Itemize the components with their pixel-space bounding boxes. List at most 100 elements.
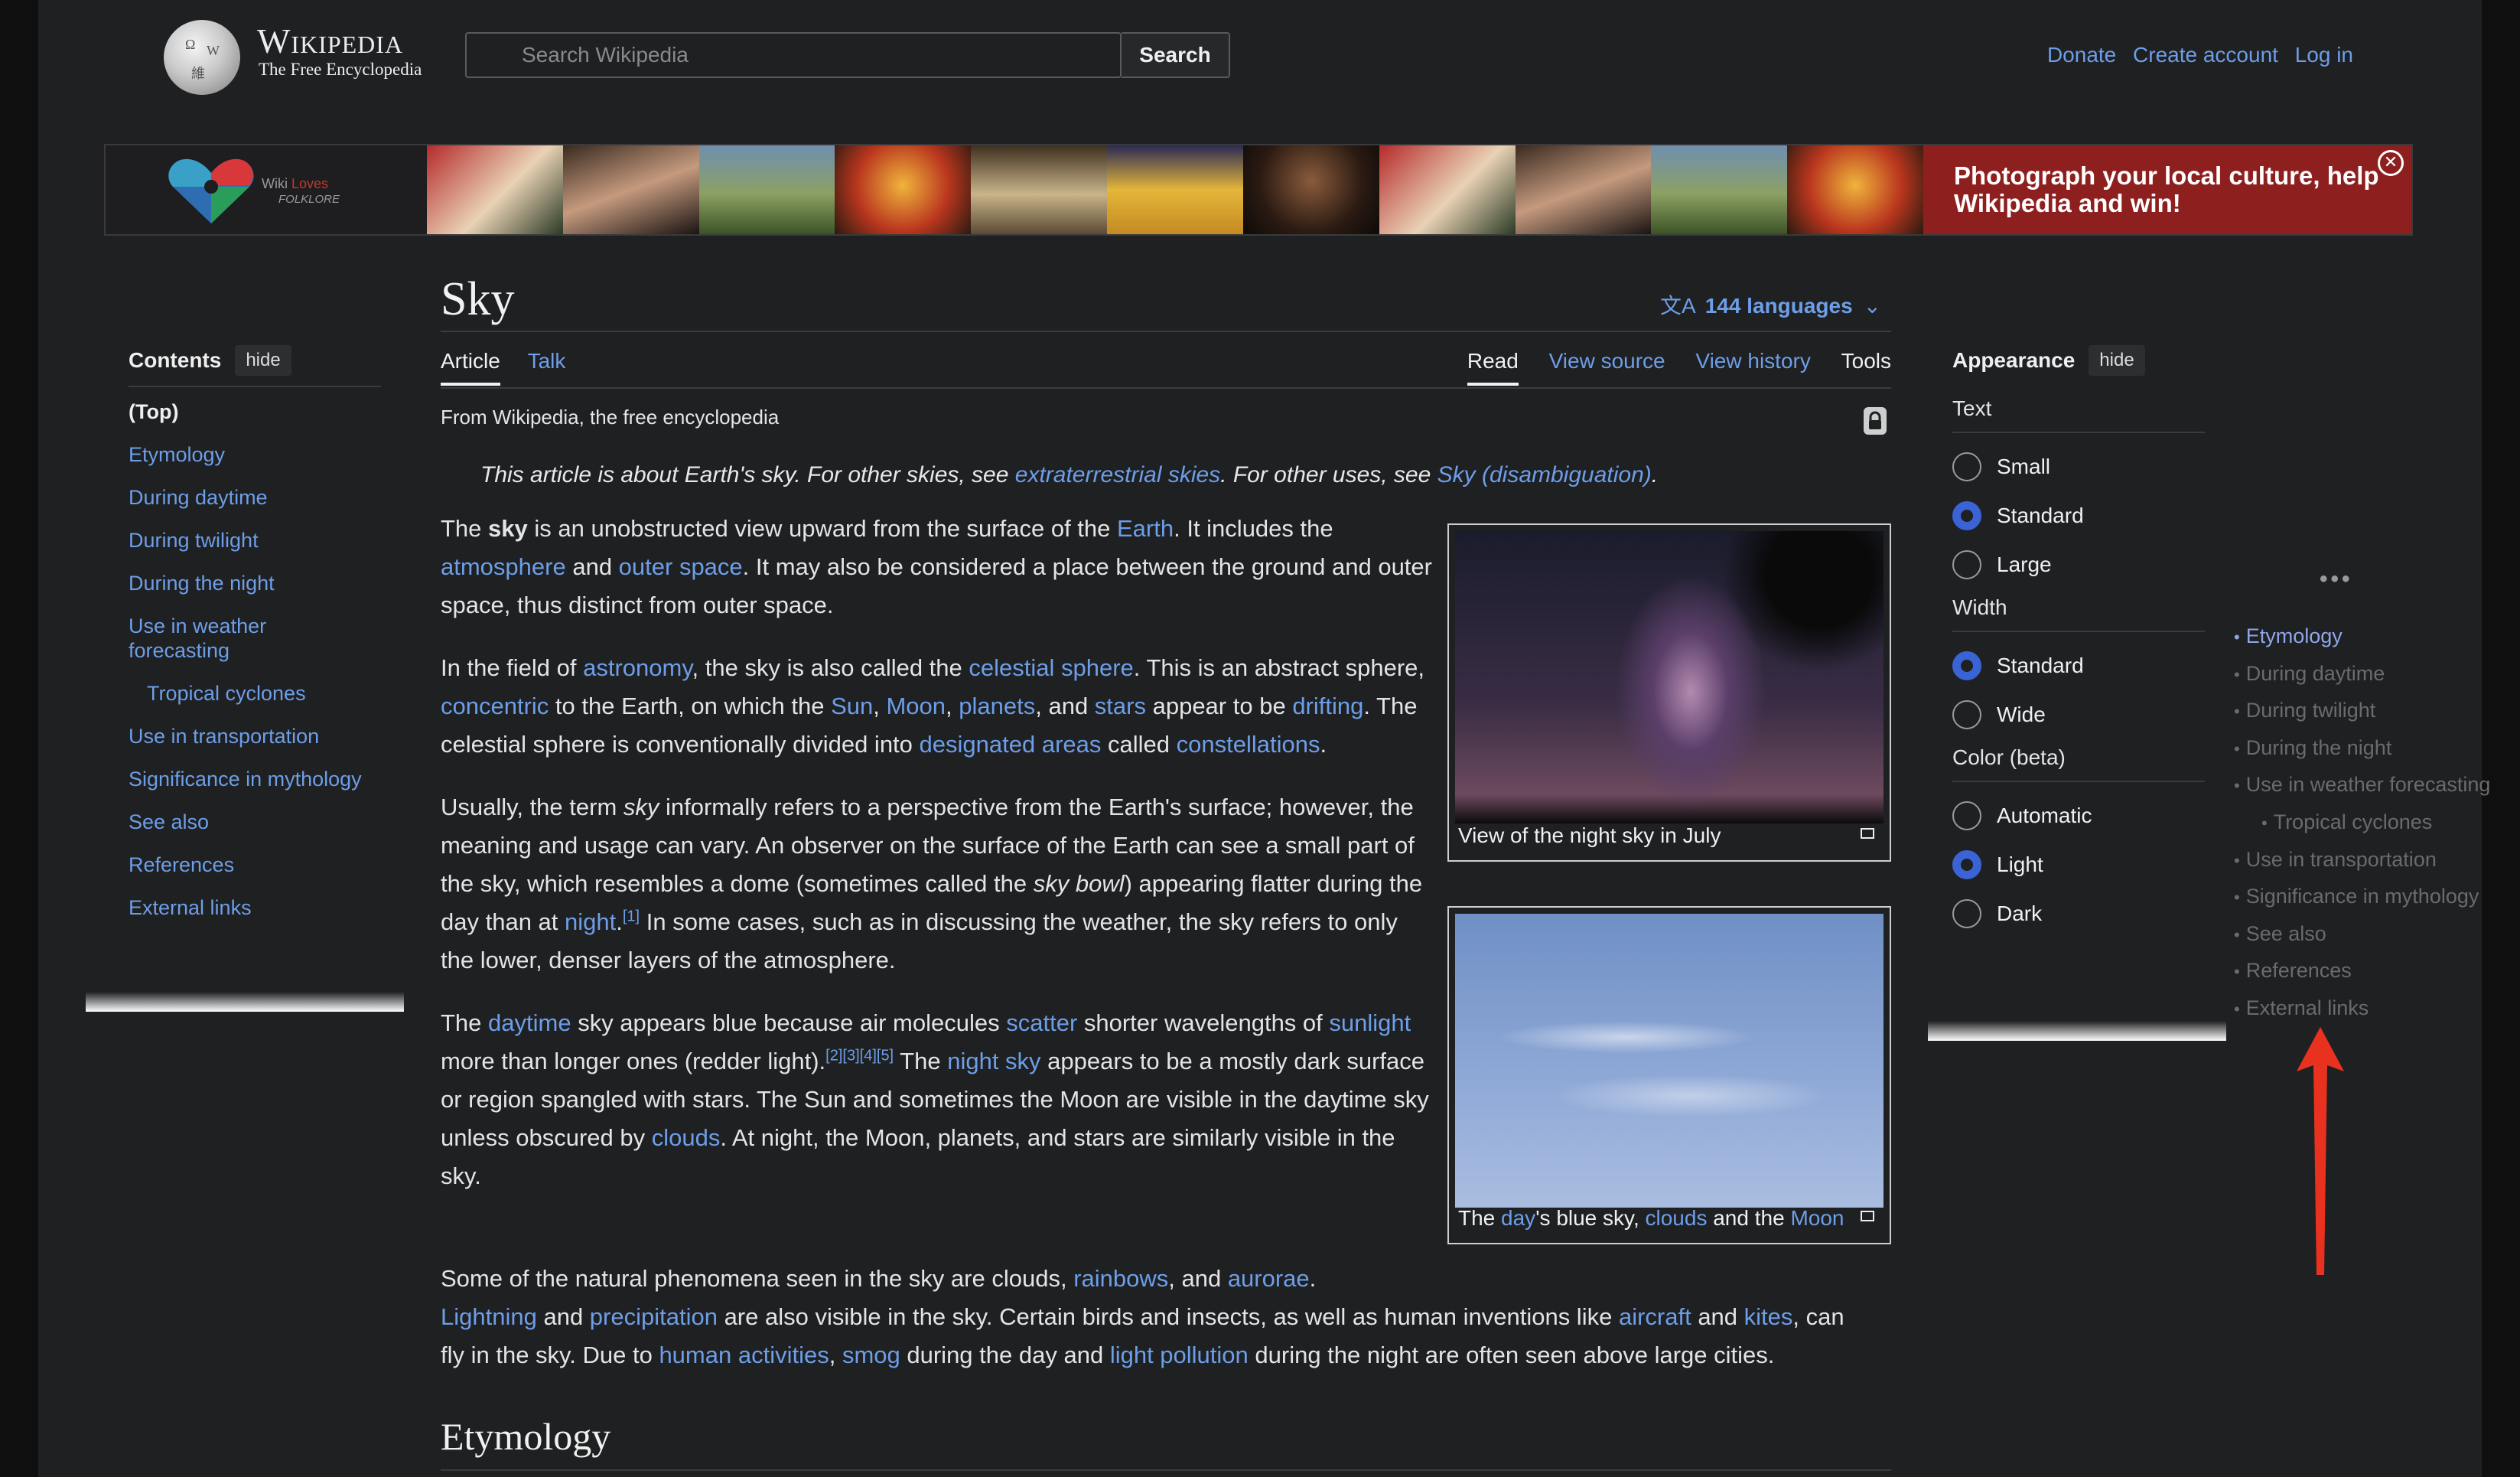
sticky-toc-item-references[interactable]: References <box>2234 953 2490 990</box>
sticky-toc-item-during-twilight[interactable]: During twilight <box>2234 693 2490 730</box>
search-button[interactable]: Search <box>1122 32 1230 78</box>
appearance-hide-button[interactable]: hide <box>2089 345 2145 376</box>
blue-sky-image[interactable] <box>1455 914 1883 1208</box>
toc-item-references[interactable]: References <box>129 853 381 877</box>
link-kites[interactable]: kites <box>1744 1303 1793 1330</box>
link-night[interactable]: night <box>565 908 616 935</box>
link-precipitation[interactable]: precipitation <box>590 1303 718 1330</box>
tab-article[interactable]: Article <box>441 349 500 386</box>
link-human-activities[interactable]: human activities <box>659 1342 829 1368</box>
link-stars[interactable]: stars <box>1095 693 1146 719</box>
sticky-toc-item-during-the-night[interactable]: During the night <box>2234 730 2490 768</box>
link-drifting[interactable]: drifting <box>1292 693 1363 719</box>
radio-button[interactable] <box>1952 899 1981 928</box>
sticky-toc-item-during-daytime[interactable]: During daytime <box>2234 656 2490 693</box>
toc-item-during-daytime[interactable]: During daytime <box>129 485 381 510</box>
link-celestial-sphere[interactable]: celestial sphere <box>969 654 1133 681</box>
banner-close-icon[interactable]: ✕ <box>2378 150 2404 176</box>
link-clouds[interactable]: clouds <box>652 1124 721 1151</box>
link-night-sky[interactable]: night sky <box>947 1048 1040 1074</box>
sticky-toc-item-mythology[interactable]: Significance in mythology <box>2234 879 2490 916</box>
link-atmosphere[interactable]: atmosphere <box>441 553 566 580</box>
toc-item-top[interactable]: (Top) <box>129 399 381 424</box>
toc-item-external-links[interactable]: External links <box>129 895 381 920</box>
sticky-toc-item-external-links[interactable]: External links <box>2234 990 2490 1028</box>
toc-item-see-also[interactable]: See also <box>129 810 381 834</box>
radio-button[interactable] <box>1952 452 1981 481</box>
tab-view-history[interactable]: View history <box>1695 349 1810 383</box>
link-planets[interactable]: planets <box>959 693 1035 719</box>
link-scatter[interactable]: scatter <box>1006 1009 1077 1036</box>
banner-cta-text[interactable]: Photograph your local culture, help Wiki… <box>1923 145 2411 234</box>
wikipedia-globe-logo[interactable]: ΩW維 <box>164 20 240 95</box>
link-sun[interactable]: Sun <box>831 693 873 719</box>
tab-read[interactable]: Read <box>1467 349 1519 386</box>
link-concentric[interactable]: concentric <box>441 693 549 719</box>
link-light-pollution[interactable]: light pollution <box>1110 1342 1249 1368</box>
section-divider <box>441 1469 1891 1471</box>
caption-link-clouds[interactable]: clouds <box>1646 1206 1708 1230</box>
hatnote-link-disambiguation[interactable]: Sky (disambiguation) <box>1437 462 1652 487</box>
radio-button[interactable] <box>1952 550 1981 579</box>
sticky-toc-item-etymology[interactable]: Etymology <box>2234 618 2490 656</box>
radio-text-standard[interactable]: Standard <box>1952 491 2205 540</box>
radio-button-selected[interactable] <box>1952 850 1981 879</box>
caption-link-day[interactable]: day <box>1501 1206 1535 1230</box>
toc-item-etymology[interactable]: Etymology <box>129 442 381 467</box>
sticky-toc-item-weather-forecasting[interactable]: Use in weather forecasting <box>2234 767 2491 804</box>
toc-item-during-twilight[interactable]: During twilight <box>129 528 381 553</box>
toc-item-transportation[interactable]: Use in transportation <box>129 724 381 748</box>
campaign-banner[interactable]: Wiki Loves FOLKLORE Photograph your loca… <box>104 144 2413 236</box>
expand-icon[interactable] <box>1861 1211 1874 1221</box>
hatnote-link-extraterrestrial[interactable]: extraterrestrial skies <box>1015 462 1220 487</box>
donate-link[interactable]: Donate <box>2047 43 2116 67</box>
radio-button[interactable] <box>1952 700 1981 729</box>
expand-icon[interactable] <box>1861 828 1874 839</box>
link-outer-space[interactable]: outer space <box>619 553 743 580</box>
sticky-toc-item-tropical-cyclones[interactable]: Tropical cyclones <box>2234 804 2490 842</box>
night-sky-image[interactable] <box>1455 531 1883 823</box>
caption-link-moon[interactable]: Moon <box>1790 1206 1844 1230</box>
radio-color-light[interactable]: Light <box>1952 840 2205 889</box>
tab-tools[interactable]: Tools <box>1841 349 1891 383</box>
radio-color-dark[interactable]: Dark <box>1952 889 2205 938</box>
link-rainbows[interactable]: rainbows <box>1073 1265 1168 1292</box>
link-lightning[interactable]: Lightning <box>441 1303 537 1330</box>
radio-text-small[interactable]: Small <box>1952 442 2205 491</box>
radio-button[interactable] <box>1952 801 1981 830</box>
more-options-icon[interactable]: ••• <box>2320 566 2353 592</box>
radio-text-large[interactable]: Large <box>1952 540 2205 589</box>
link-aircraft[interactable]: aircraft <box>1619 1303 1691 1330</box>
link-aurorae[interactable]: aurorae <box>1228 1265 1310 1292</box>
wikipedia-wordmark[interactable]: Wikipedia The Free Encyclopedia <box>257 23 422 80</box>
languages-button[interactable]: 文A 144 languages ⌄ <box>1660 289 1881 320</box>
citation-1[interactable]: [1] <box>623 908 640 925</box>
link-sunlight[interactable]: sunlight <box>1329 1009 1411 1036</box>
search-input[interactable] <box>467 34 1120 77</box>
toc-item-tropical-cyclones[interactable]: Tropical cyclones <box>129 681 381 706</box>
link-designated-areas[interactable]: designated areas <box>920 731 1102 758</box>
log-in-link[interactable]: Log in <box>2295 43 2353 67</box>
citation-2-5[interactable]: [2][3][4][5] <box>825 1048 894 1065</box>
radio-button-selected[interactable] <box>1952 501 1981 530</box>
link-constellations[interactable]: constellations <box>1177 731 1320 758</box>
sticky-toc-item-see-also[interactable]: See also <box>2234 916 2490 954</box>
toc-item-mythology[interactable]: Significance in mythology <box>129 767 381 791</box>
create-account-link[interactable]: Create account <box>2133 43 2278 67</box>
link-astronomy[interactable]: astronomy <box>583 654 692 681</box>
link-earth[interactable]: Earth <box>1117 515 1174 542</box>
tab-talk[interactable]: Talk <box>528 349 566 383</box>
link-daytime[interactable]: daytime <box>488 1009 571 1036</box>
radio-width-wide[interactable]: Wide <box>1952 690 2205 739</box>
toc-hide-button[interactable]: hide <box>235 345 291 376</box>
radio-width-standard[interactable]: Standard <box>1952 641 2205 690</box>
toc-item-weather-forecasting[interactable]: Use in weather forecasting <box>129 614 289 663</box>
radio-button-selected[interactable] <box>1952 651 1981 680</box>
sticky-toc-item-transportation[interactable]: Use in transportation <box>2234 842 2490 879</box>
link-smog[interactable]: smog <box>842 1342 900 1368</box>
lock-icon[interactable] <box>1862 406 1888 436</box>
tab-view-source[interactable]: View source <box>1549 349 1665 383</box>
link-moon[interactable]: Moon <box>886 693 946 719</box>
radio-color-automatic[interactable]: Automatic <box>1952 791 2205 840</box>
toc-item-during-the-night[interactable]: During the night <box>129 571 381 595</box>
